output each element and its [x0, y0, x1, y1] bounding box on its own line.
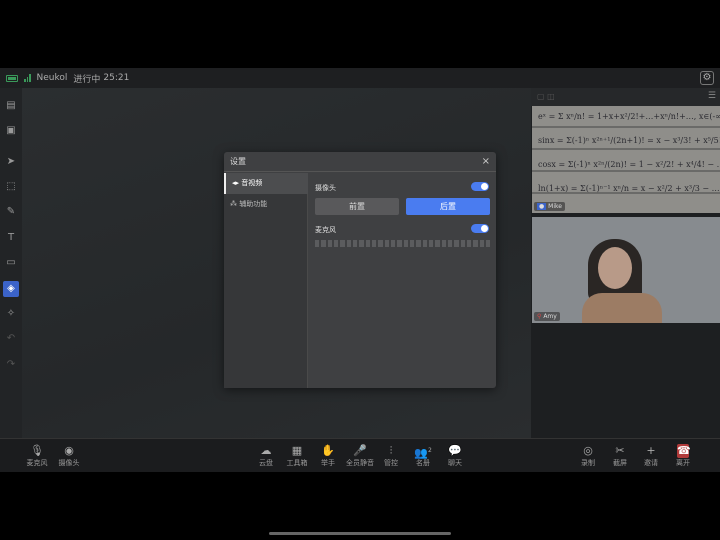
leave-icon: ☎ [677, 444, 691, 458]
video-tile-mike[interactable]: eˣ = Σ xⁿ/n! = 1+x+x²/2!+…+xⁿ/n!+…, x∈(-… [532, 106, 720, 213]
invite-button[interactable]: + 邀请 [636, 444, 666, 468]
mic-label: 麦克风 [315, 226, 336, 234]
mic-toggle[interactable] [471, 224, 489, 233]
meeting-name: Neukol [36, 73, 68, 83]
camera-toggle[interactable] [471, 182, 489, 191]
sidebar-item-accessibility[interactable]: ⁂ 辅助功能 [224, 194, 308, 215]
cloud-icon: ☁ [260, 444, 272, 457]
button-label: 离开 [676, 459, 690, 467]
camera-label: 摄像头 [315, 184, 336, 192]
button-label: 全员静音 [346, 459, 374, 467]
gear-icon[interactable]: ⚙ [700, 71, 714, 85]
sidebar-item-label: 音视频 [241, 179, 263, 187]
button-label: 聊天 [448, 459, 462, 467]
toolbox-button[interactable]: ▦ 工具箱 [282, 444, 312, 468]
participant-name: Amy [543, 313, 557, 320]
raise-hand-icon: ✋ [321, 444, 335, 457]
back-camera-button[interactable]: 后置 [406, 198, 490, 215]
chat-icon: 💬 [448, 444, 462, 457]
mute-all-icon: 🎤 [353, 444, 367, 457]
redo-icon[interactable]: ↷ [3, 357, 19, 373]
button-label: 截屏 [613, 459, 627, 467]
menu-icon[interactable]: ☰ [708, 91, 716, 101]
formula-line: cosx = Σ(-1)ⁿ x²ⁿ/(2n)! = 1 − x²/2! + x⁴… [538, 160, 720, 169]
roster-count-badge: 2 [427, 447, 432, 454]
participant-name-tag: ⚲ Amy [534, 312, 560, 321]
select-icon[interactable]: ⬚ [3, 179, 19, 195]
toolbox-icon: ▦ [291, 444, 303, 457]
accessibility-icon: ⁂ [230, 200, 237, 208]
chat-button[interactable]: 💬 聊天 [440, 444, 470, 468]
camera-icon: ◉ [64, 444, 74, 457]
undo-icon[interactable]: ↶ [3, 331, 19, 347]
roster-icon: 👥2 [414, 446, 432, 460]
close-icon[interactable]: × [482, 152, 490, 172]
signal-icon [24, 74, 31, 82]
formula-line: sinx = Σ(-1)ⁿ x²ⁿ⁺¹/(2n+1)! = x − x³/3! … [538, 136, 720, 145]
participant-body [582, 293, 662, 323]
front-camera-button[interactable]: 前置 [315, 198, 399, 215]
settings-sidebar: ◂▸ 音视频 ⁂ 辅助功能 [224, 173, 308, 388]
cloud-button[interactable]: ☁ 云盘 [251, 444, 281, 468]
mic-button[interactable]: 🎙 麦克风 [22, 444, 52, 468]
leave-button[interactable]: ☎ 离开 [668, 444, 698, 468]
participant-face [598, 247, 632, 289]
mic-muted-icon: ⚲ [537, 313, 542, 320]
settings-dialog: 设置 × ◂▸ 音视频 ⁂ 辅助功能 摄像头 前置 后置 麦克风 [224, 152, 496, 388]
record-icon: ◎ [583, 444, 593, 457]
formula-line: eˣ = Σ xⁿ/n! = 1+x+x²/2!+…+xⁿ/n!+…, x∈(-… [538, 112, 720, 121]
dialog-title: 设置 [224, 152, 496, 172]
home-indicator[interactable] [269, 532, 451, 535]
button-label: 麦克风 [26, 459, 48, 467]
mic-icon: 🎙 [30, 444, 44, 457]
laser-icon[interactable]: ✧ [3, 306, 19, 322]
sidebar-item-label: 辅助功能 [239, 200, 268, 208]
video-panel-header: ▢ ◫ ☰ [531, 88, 720, 106]
button-label: 录制 [581, 459, 595, 467]
participant-name: Mike [548, 203, 562, 210]
chat-icon[interactable]: ▤ [3, 98, 19, 114]
button-label: 邀请 [644, 459, 658, 467]
participant-name-tag: ● Mike [534, 202, 565, 211]
status-bar: Neukol 进行中 25:21 [0, 68, 720, 88]
layout-icon[interactable]: ▢ ◫ [537, 92, 555, 101]
button-label: 管控 [384, 459, 398, 467]
camera-button[interactable]: ◉ 摄像头 [54, 444, 84, 468]
lock-icon: ● [537, 203, 547, 210]
video-tile-amy[interactable]: ⚲ Amy [532, 217, 720, 323]
image-icon[interactable]: ▭ [3, 255, 19, 271]
button-label: 举手 [321, 459, 335, 467]
audio-video-icon: ◂▸ [232, 179, 240, 187]
formula-line: ln(1+x) = Σ(-1)ⁿ⁻¹ xⁿ/n = x − x²/2 + x³/… [538, 184, 720, 193]
pointer-icon[interactable]: ➤ [3, 154, 19, 170]
meeting-time: 25:21 [103, 73, 130, 83]
raise-hand-button[interactable]: ✋ 举手 [313, 444, 343, 468]
left-toolbar: ▤ ▣ ➤ ⬚ ✎ T ▭ ◈ ✧ ↶ ↷ [0, 88, 22, 438]
text-icon[interactable]: T [3, 230, 19, 246]
controls-icon: ⫶ [389, 444, 393, 457]
record-button[interactable]: ◎ 录制 [573, 444, 603, 468]
screenshot-button[interactable]: ✂ 截屏 [605, 444, 635, 468]
invite-icon: + [646, 444, 656, 457]
eraser-icon[interactable]: ◈ [3, 281, 19, 297]
meeting-state: 进行中 [73, 74, 101, 85]
battery-icon [6, 74, 18, 82]
screen-share-icon[interactable]: ▣ [3, 123, 19, 139]
button-label: 云盘 [259, 459, 273, 467]
pen-icon[interactable]: ✎ [3, 204, 19, 220]
controls-button[interactable]: ⫶ 管控 [376, 444, 406, 468]
mute-all-button[interactable]: 🎤 全员静音 [343, 444, 377, 468]
sidebar-item-audio-video[interactable]: ◂▸ 音视频 [224, 173, 308, 194]
button-label: 工具箱 [286, 459, 308, 467]
bottom-toolbar: 🎙 麦克风 ◉ 摄像头 ☁ 云盘 ▦ 工具箱 ✋ 举手 🎤 全员静音 ⫶ 管控 👥2 名册 💬 聊… [0, 438, 720, 472]
button-label: 名册 [416, 459, 430, 467]
screenshot-icon: ✂ [615, 444, 625, 457]
roster-button[interactable]: 👥2 名册 [408, 444, 438, 468]
button-label: 摄像头 [58, 459, 80, 467]
mic-level-meter [315, 240, 491, 247]
